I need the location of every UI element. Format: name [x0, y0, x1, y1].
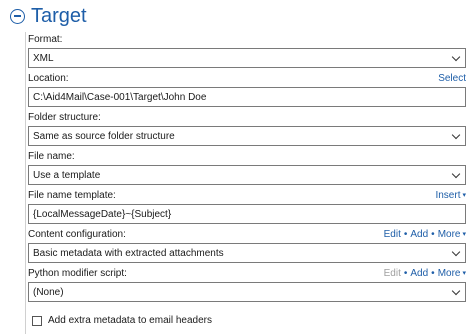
add-link[interactable]: Add — [410, 229, 428, 240]
location-label: Location: — [28, 72, 69, 84]
content-configuration-value: Basic metadata with extracted attachment… — [33, 247, 224, 259]
file-name-select[interactable]: Use a template — [28, 165, 466, 185]
file-name-template-input[interactable]: {LocalMessageDate}~{Subject} — [28, 204, 466, 224]
edit-link[interactable]: Edit — [384, 229, 401, 240]
target-panel: Format: XML Location: Select C:\Aid4Mail… — [25, 32, 468, 334]
location-value: C:\Aid4Mail\Case-001\Target\John Doe — [33, 91, 207, 103]
chevron-down-icon[interactable] — [451, 247, 461, 256]
folder-structure-select[interactable]: Same as source folder structure — [28, 126, 466, 146]
file-name-row: File name: Use a template — [28, 149, 466, 185]
add-link[interactable]: Add — [410, 268, 428, 279]
folder-structure-label: Folder structure: — [28, 111, 101, 123]
extra-metadata-checkbox[interactable] — [32, 315, 42, 326]
file-name-template-row: File name template: Insert ▾ {LocalMessa… — [28, 188, 466, 224]
section-header[interactable]: Target — [10, 4, 87, 28]
format-label: Format: — [28, 33, 63, 45]
bullet-separator: • — [403, 267, 408, 279]
insert-link[interactable]: Insert — [435, 190, 460, 201]
location-select-link[interactable]: Select — [438, 73, 466, 84]
python-script-select[interactable]: (None) — [28, 282, 466, 302]
bullet-separator: • — [431, 228, 435, 240]
chevron-down-icon[interactable] — [451, 130, 461, 139]
chevron-down-icon[interactable] — [451, 52, 461, 61]
location-row: Location: Select C:\Aid4Mail\Case-001\Ta… — [28, 71, 466, 107]
file-name-template-label: File name template: — [28, 189, 116, 201]
folder-structure-value: Same as source folder structure — [33, 130, 175, 142]
python-script-value: (None) — [33, 286, 64, 298]
collapse-circle-icon[interactable] — [10, 8, 25, 24]
format-value: XML — [33, 52, 54, 64]
file-name-template-value: {LocalMessageDate}~{Subject} — [33, 208, 172, 220]
python-script-label: Python modifier script: — [28, 267, 127, 279]
bullet-separator: • — [431, 267, 435, 279]
edit-link-disabled: Edit — [383, 267, 401, 279]
file-name-value: Use a template — [33, 169, 101, 181]
chevron-down-icon[interactable] — [451, 286, 461, 295]
section-title: Target — [31, 5, 87, 27]
more-link[interactable]: More — [438, 268, 461, 279]
content-configuration-row: Content configuration: Edit • Add • More… — [28, 227, 466, 263]
extra-metadata-option[interactable]: Add extra metadata to email headers — [32, 315, 212, 326]
content-configuration-label: Content configuration: — [28, 228, 126, 240]
python-script-row: Python modifier script: Edit • Add • Mor… — [28, 266, 466, 302]
caret-down-icon[interactable]: ▾ — [462, 269, 466, 277]
extra-metadata-label[interactable]: Add extra metadata to email headers — [48, 315, 212, 326]
folder-structure-row: Folder structure: Same as source folder … — [28, 110, 466, 146]
bullet-separator: • — [403, 228, 408, 240]
caret-down-icon[interactable]: ▾ — [462, 230, 466, 238]
content-configuration-select[interactable]: Basic metadata with extracted attachment… — [28, 243, 466, 263]
chevron-down-icon[interactable] — [451, 169, 461, 178]
more-link[interactable]: More — [438, 229, 461, 240]
format-select[interactable]: XML — [28, 48, 466, 68]
file-name-label: File name: — [28, 150, 75, 162]
format-row: Format: XML — [28, 32, 466, 68]
location-input[interactable]: C:\Aid4Mail\Case-001\Target\John Doe — [28, 87, 466, 107]
caret-down-icon[interactable]: ▾ — [462, 191, 466, 199]
